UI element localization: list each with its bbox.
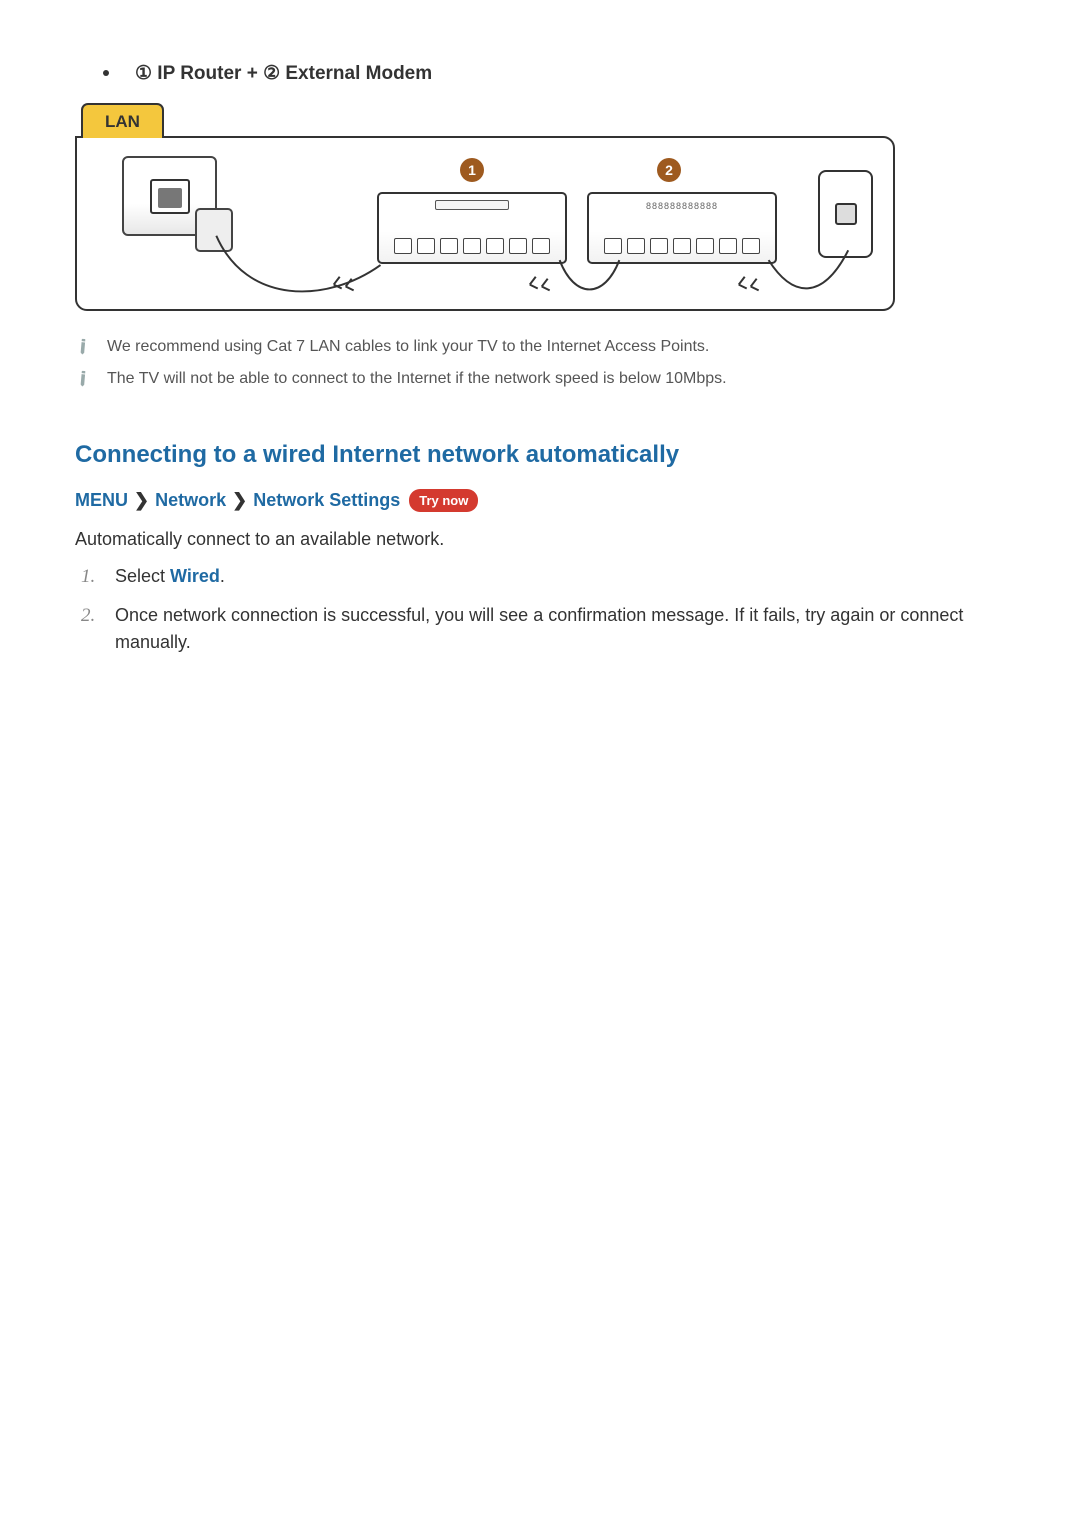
intro-text: Automatically connect to an available ne…: [75, 526, 1005, 553]
nav-network-settings: Network Settings: [253, 487, 400, 514]
try-now-badge[interactable]: Try now: [409, 489, 478, 513]
bullet-item: ① IP Router + ② External Modem: [103, 60, 1005, 89]
nav-menu: MENU: [75, 487, 128, 514]
wired-accent: Wired: [170, 566, 220, 586]
note-text: The TV will not be able to connect to th…: [107, 367, 727, 391]
number-badge-2: 2: [657, 158, 681, 182]
diagram-frame: 888888888888 1 2: [75, 136, 895, 311]
step-item: 1. Select Wired.: [81, 563, 1005, 592]
step-text: Select Wired.: [115, 563, 225, 592]
bullet-dot-icon: [103, 70, 109, 76]
bullet-text: ① IP Router + ② External Modem: [135, 60, 432, 89]
number-badge-1: 1: [460, 158, 484, 182]
lan-plug-icon: [195, 208, 233, 252]
connection-diagram: LAN 888888888888 1 2: [75, 103, 895, 312]
step-number: 1.: [81, 563, 99, 592]
chevron-right-icon: ❯: [232, 487, 247, 514]
steps-list: 1. Select Wired. 2. Once network connect…: [81, 563, 1005, 656]
pencil-icon: [72, 335, 95, 358]
nav-network: Network: [155, 487, 226, 514]
step-text: Once network connection is successful, y…: [115, 602, 1005, 656]
step-number: 2.: [81, 602, 99, 656]
note-text: We recommend using Cat 7 LAN cables to l…: [107, 335, 709, 359]
chevron-right-icon: ❯: [134, 487, 149, 514]
note-item: We recommend using Cat 7 LAN cables to l…: [75, 335, 1005, 359]
menu-path: MENU ❯ Network ❯ Network Settings Try no…: [75, 487, 1005, 514]
wall-jack-icon: [818, 170, 873, 258]
section-heading: Connecting to a wired Internet network a…: [75, 437, 1005, 473]
ip-router-icon: [377, 192, 567, 264]
lan-tab-label: LAN: [81, 103, 164, 139]
note-item: The TV will not be able to connect to th…: [75, 367, 1005, 391]
step-item: 2. Once network connection is successful…: [81, 602, 1005, 656]
pencil-icon: [72, 367, 95, 390]
external-modem-icon: 888888888888: [587, 192, 777, 264]
